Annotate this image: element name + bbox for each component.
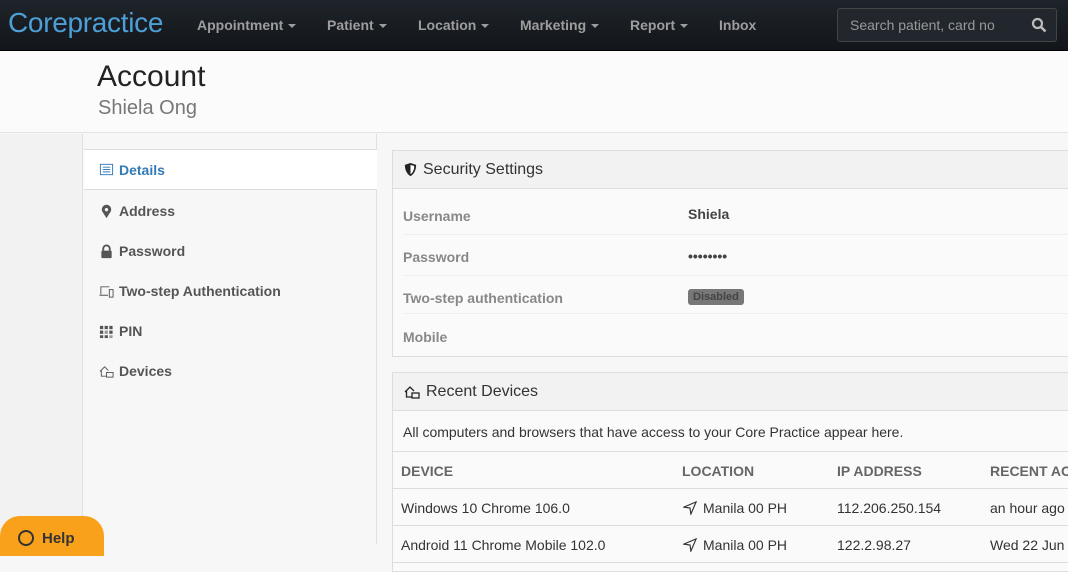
menu-label: Location [418, 17, 477, 33]
caret-down-icon [378, 24, 387, 29]
caret-down-icon [481, 24, 490, 29]
sidebar: Details Address Password Two-step Authen… [84, 134, 377, 544]
device-cell: Windows 10 Chrome 106.0 [401, 500, 570, 516]
username-value: Shiela [688, 206, 730, 222]
row-label: Mobile [403, 329, 448, 345]
menu-appointment[interactable]: Appointment [197, 17, 297, 33]
panel-heading: Recent Devices [393, 373, 1068, 411]
devices-icon [99, 285, 114, 298]
sidebar-item-label: Two-step Authentication [119, 283, 281, 299]
row-label: Password [403, 249, 470, 265]
column-header-recent: Recent Ac [990, 463, 1068, 479]
page-header: Account Shiela Ong [0, 51, 1068, 133]
location-arrow-icon [683, 501, 697, 515]
recent-cell: an hour ago [990, 500, 1065, 516]
location-arrow-icon [683, 538, 697, 552]
security-row-username: Username Shiela [403, 189, 1068, 235]
sidebar-item-label: Password [119, 243, 186, 259]
map-marker-icon [101, 204, 112, 218]
help-label: Help [42, 530, 75, 547]
sidebar-item-devices[interactable]: Devices [84, 351, 377, 391]
sidebar-item-two-step[interactable]: Two-step Authentication [84, 271, 377, 311]
caret-down-icon [591, 24, 600, 29]
help-button[interactable]: Help [0, 516, 104, 556]
menu-label: Marketing [520, 17, 587, 33]
recent-cell: Wed 22 Jun [990, 537, 1065, 553]
list-icon [99, 163, 114, 176]
menu-patient[interactable]: Patient [327, 17, 387, 33]
sidebar-item-details[interactable]: Details [84, 150, 377, 190]
menu-location[interactable]: Location [418, 17, 490, 33]
sidebar-item-label: Devices [119, 363, 172, 379]
status-badge: Disabled [688, 289, 744, 305]
home-devices-icon [99, 365, 114, 378]
lock-icon [101, 244, 112, 258]
column-header-device: Device [401, 463, 454, 479]
brand-logo[interactable]: Corepractice [8, 7, 163, 39]
menu-label: Appointment [197, 17, 284, 33]
row-label: Username [403, 208, 471, 224]
location-cell: Manila 00 PH [703, 500, 788, 516]
shield-icon [404, 162, 417, 177]
security-row-password: Password •••••••• [403, 235, 1068, 276]
table-row: Windows 10 Chrome 106.0 Manila 00 PH 112… [393, 489, 1068, 526]
menu-label: Report [630, 17, 676, 33]
page-title: Account [97, 60, 206, 93]
security-row-two-step: Two-step authentication Disabled [403, 276, 1068, 314]
table-header: Device Location IP Address Recent Ac [393, 452, 1068, 489]
device-cell: Android 11 Chrome Mobile 102.0 [401, 537, 606, 553]
ip-cell: 122.2.98.27 [837, 537, 911, 553]
column-header-location: Location [682, 463, 755, 479]
keypad-icon [99, 325, 113, 338]
security-settings-panel: Security Settings Username Shiela Passwor… [392, 150, 1068, 357]
left-gutter [0, 134, 83, 544]
menu-report[interactable]: Report [630, 17, 689, 33]
sidebar-item-label: Details [119, 161, 165, 178]
sidebar-item-label: PIN [119, 323, 143, 339]
menu-label: Patient [327, 17, 374, 33]
home-devices-icon [404, 385, 420, 399]
security-row-mobile: Mobile [403, 314, 1068, 356]
recent-devices-panel: Recent Devices All computers and browser… [392, 372, 1068, 572]
sidebar-item-password[interactable]: Password [84, 231, 377, 271]
page-subtitle: Shiela Ong [98, 97, 197, 119]
sidebar-item-label: Address [119, 203, 176, 219]
location-cell: Manila 00 PH [703, 537, 788, 553]
caret-down-icon [288, 24, 297, 29]
sidebar-item-address[interactable]: Address [84, 191, 377, 231]
ip-cell: 112.206.250.154 [837, 500, 942, 516]
table-row: Android 11 Chrome Mobile 102.0 Manila 00… [393, 526, 1068, 563]
column-header-ip: IP Address [837, 463, 922, 479]
search-box [837, 8, 1057, 42]
panel-title: Recent Devices [426, 382, 539, 400]
navbar: Corepractice Appointment Patient Locatio… [0, 0, 1068, 51]
sidebar-item-pin[interactable]: PIN [84, 311, 377, 351]
row-label: Two-step authentication [403, 290, 563, 306]
sidebar-top [84, 134, 377, 150]
search-icon[interactable] [1031, 17, 1047, 33]
devices-description: All computers and browsers that have acc… [393, 411, 1068, 452]
panel-title: Security Settings [423, 160, 544, 178]
caret-down-icon [680, 24, 689, 29]
search-input[interactable] [838, 9, 1028, 41]
password-value: •••••••• [688, 248, 728, 264]
menu-marketing[interactable]: Marketing [520, 17, 600, 33]
menu-inbox[interactable]: Inbox [719, 17, 756, 33]
panel-heading: Security Settings [393, 151, 1068, 189]
